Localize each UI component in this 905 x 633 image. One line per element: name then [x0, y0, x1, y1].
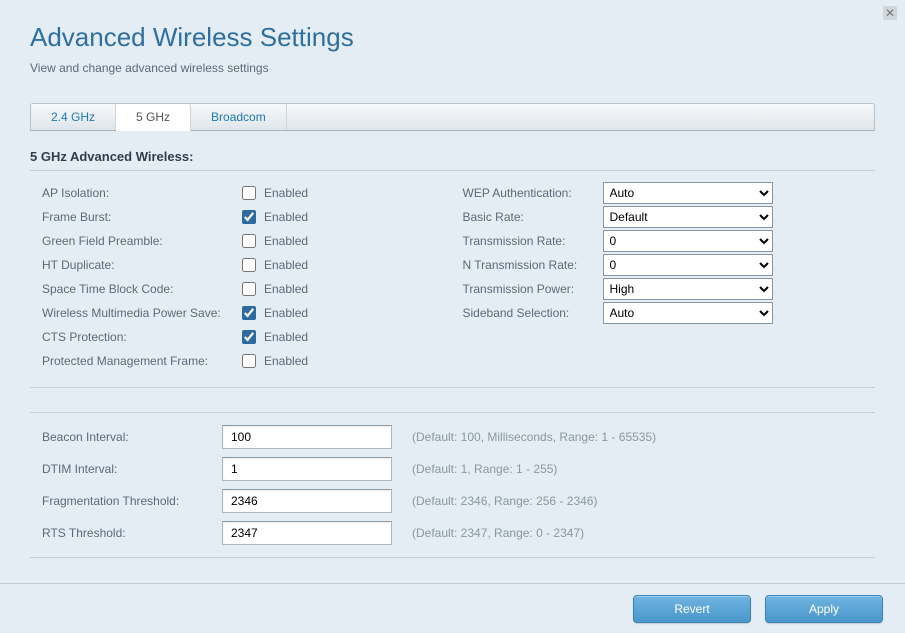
cts-protection-checkbox[interactable]: [242, 330, 256, 344]
apply-button[interactable]: Apply: [765, 595, 883, 623]
enabled-text: Enabled: [264, 210, 308, 224]
frag-threshold-input[interactable]: [222, 489, 392, 513]
dtim-interval-label: DTIM Interval:: [42, 462, 222, 476]
frame-burst-checkbox[interactable]: [242, 210, 256, 224]
frag-threshold-hint: (Default: 2346, Range: 256 - 2346): [412, 494, 597, 508]
section-title: 5 GHz Advanced Wireless:: [30, 149, 875, 164]
tab-broadcom[interactable]: Broadcom: [191, 104, 287, 130]
enabled-text: Enabled: [264, 234, 308, 248]
frame-burst-label: Frame Burst:: [42, 210, 242, 224]
basic-rate-label: Basic Rate:: [463, 210, 603, 224]
ht-duplicate-checkbox[interactable]: [242, 258, 256, 272]
page-title: Advanced Wireless Settings: [30, 22, 875, 53]
revert-button[interactable]: Revert: [633, 595, 751, 623]
enabled-text: Enabled: [264, 186, 308, 200]
ap-isolation-checkbox[interactable]: [242, 186, 256, 200]
wep-auth-select[interactable]: Auto: [603, 182, 773, 204]
dtim-interval-input[interactable]: [222, 457, 392, 481]
tx-power-select[interactable]: High: [603, 278, 773, 300]
pmf-label: Protected Management Frame:: [42, 354, 242, 368]
enabled-text: Enabled: [264, 330, 308, 344]
rts-threshold-input[interactable]: [222, 521, 392, 545]
enabled-text: Enabled: [264, 306, 308, 320]
wmm-ps-checkbox[interactable]: [242, 306, 256, 320]
green-field-label: Green Field Preamble:: [42, 234, 242, 248]
sideband-label: Sideband Selection:: [463, 306, 603, 320]
rts-threshold-hint: (Default: 2347, Range: 0 - 2347): [412, 526, 584, 540]
tab-2-4ghz[interactable]: 2.4 GHz: [31, 104, 116, 130]
beacon-interval-label: Beacon Interval:: [42, 430, 222, 444]
close-icon[interactable]: ✕: [883, 6, 897, 20]
tx-power-label: Transmission Power:: [463, 282, 603, 296]
ap-isolation-label: AP Isolation:: [42, 186, 242, 200]
beacon-interval-input[interactable]: [222, 425, 392, 449]
sideband-select[interactable]: Auto: [603, 302, 773, 324]
green-field-checkbox[interactable]: [242, 234, 256, 248]
pmf-checkbox[interactable]: [242, 354, 256, 368]
enabled-text: Enabled: [264, 282, 308, 296]
stbc-label: Space Time Block Code:: [42, 282, 242, 296]
tx-rate-select[interactable]: 0: [603, 230, 773, 252]
wmm-ps-label: Wireless Multimedia Power Save:: [42, 306, 242, 320]
tab-strip: 2.4 GHz 5 GHz Broadcom: [30, 103, 875, 131]
footer-bar: Revert Apply: [0, 583, 905, 633]
frag-threshold-label: Fragmentation Threshold:: [42, 494, 222, 508]
beacon-interval-hint: (Default: 100, Milliseconds, Range: 1 - …: [412, 430, 656, 444]
ht-duplicate-label: HT Duplicate:: [42, 258, 242, 272]
settings-panel: AP Isolation: Enabled Frame Burst: Enabl…: [30, 170, 875, 388]
dtim-interval-hint: (Default: 1, Range: 1 - 255): [412, 462, 557, 476]
tx-rate-label: Transmission Rate:: [463, 234, 603, 248]
interval-panel: Beacon Interval: (Default: 100, Millisec…: [30, 412, 875, 558]
enabled-text: Enabled: [264, 258, 308, 272]
page-subtitle: View and change advanced wireless settin…: [30, 61, 875, 75]
tab-5ghz[interactable]: 5 GHz: [116, 104, 191, 131]
n-tx-rate-label: N Transmission Rate:: [463, 258, 603, 272]
n-tx-rate-select[interactable]: 0: [603, 254, 773, 276]
wep-auth-label: WEP Authentication:: [463, 186, 603, 200]
enabled-text: Enabled: [264, 354, 308, 368]
stbc-checkbox[interactable]: [242, 282, 256, 296]
basic-rate-select[interactable]: Default: [603, 206, 773, 228]
rts-threshold-label: RTS Threshold:: [42, 526, 222, 540]
cts-protection-label: CTS Protection:: [42, 330, 242, 344]
